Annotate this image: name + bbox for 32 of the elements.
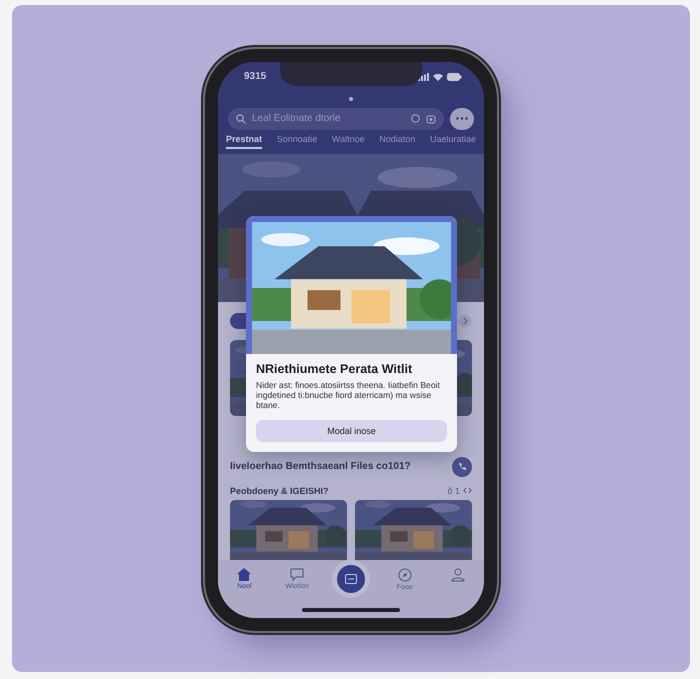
modal-text: Nider ast: finoes.atosiirtss theena. Iiatbefin Beoit ingdetined ti:bnucbe fiord aterricam) ma wsise btane. <box>256 380 441 410</box>
compass-icon <box>398 568 412 582</box>
search-field[interactable]: Leal Eolitnate dtorle <box>228 108 444 130</box>
phone-icon <box>458 462 466 471</box>
status-time: 9315 <box>244 71 266 82</box>
add-button[interactable] <box>332 560 370 598</box>
more-button[interactable] <box>450 108 474 130</box>
camera-icon[interactable] <box>426 114 436 124</box>
profile-icon <box>450 568 465 582</box>
section-count: ô 1 <box>447 486 460 496</box>
tab[interactable]: Waltnoe <box>332 132 365 148</box>
wifi-icon <box>433 72 443 80</box>
tab[interactable]: Uaeluratiae <box>430 132 476 148</box>
tab[interactable]: Nodiaton <box>379 132 416 148</box>
signal-icon <box>418 72 429 80</box>
chevron-right-icon[interactable] <box>458 314 472 328</box>
chat-icon <box>290 568 304 580</box>
home-icon <box>237 568 252 580</box>
circle-icon[interactable] <box>411 114 420 122</box>
search-icon <box>236 114 246 124</box>
tab[interactable]: Prestnat <box>226 132 262 148</box>
battery-icon <box>447 72 462 80</box>
arrows-icon[interactable] <box>463 487 472 494</box>
section-title: Peobdoeny & IGEISHI? <box>230 486 329 496</box>
card-icon <box>344 574 357 584</box>
more-icon <box>456 117 468 120</box>
page-indicator <box>349 96 353 100</box>
section-title: Iiveloerhao Bemthsaeanl Files co101? <box>230 461 411 472</box>
close-button[interactable]: Modal inose <box>256 420 447 442</box>
call-button[interactable] <box>452 456 472 476</box>
modal-title: NRiethiumete Perata Witlit <box>256 362 414 376</box>
tab[interactable]: Sonnoatie <box>276 132 318 148</box>
